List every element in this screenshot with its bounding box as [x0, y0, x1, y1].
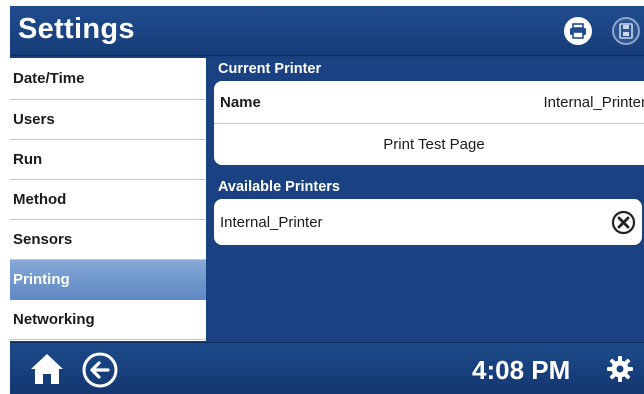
sidebar-item-printing[interactable]: Printing [10, 260, 206, 300]
bottom-bar: 4:08 PM [10, 342, 644, 394]
remove-printer-button[interactable] [611, 210, 636, 235]
sidebar-item-sensors[interactable]: Sensors [10, 220, 206, 260]
sidebar-item-date-time[interactable]: Date/Time [10, 58, 206, 100]
sidebar-item-label: Printing [13, 271, 70, 288]
printer-name-value: Internal_Printer [543, 93, 644, 111]
sidebar-item-label: Method [13, 191, 67, 208]
gear-icon [607, 356, 633, 382]
available-printers-card: Internal_Printer [214, 199, 642, 245]
save-icon [619, 23, 633, 39]
sidebar-item-label: Run [13, 151, 43, 168]
available-printers-heading: Available Printers [218, 179, 340, 195]
sidebar-item-users[interactable]: Users [10, 100, 206, 140]
settings-gear-button[interactable] [606, 355, 634, 383]
printer-name-label: Name [220, 93, 261, 111]
print-test-page-label: Print Test Page [383, 136, 485, 153]
sidebar-item-label: Networking [13, 311, 95, 328]
clock-time: 4:08 PM [472, 355, 571, 385]
sidebar-item-method[interactable]: Method [10, 180, 206, 220]
sidebar-item-label: Users [13, 111, 55, 128]
list-item[interactable]: Internal_Printer [214, 199, 642, 245]
available-printer-name: Internal_Printer [220, 213, 323, 231]
print-test-page-button[interactable]: Print Test Page [214, 123, 644, 165]
remove-icon [611, 210, 636, 234]
printing-panel: Current Printer Name Internal_Printer Pr… [206, 58, 644, 341]
sidebar-item-label: Date/Time [13, 70, 85, 87]
back-arrow-icon [82, 352, 118, 388]
sidebar-item-networking[interactable]: Networking [10, 300, 206, 340]
printer-name-row: Name Internal_Printer [214, 81, 644, 123]
printer-icon [570, 23, 586, 39]
sidebar-item-run[interactable]: Run [10, 140, 206, 180]
print-button[interactable] [564, 17, 592, 45]
current-printer-card: Name Internal_Printer Print Test Page [214, 81, 644, 165]
save-button[interactable] [612, 17, 640, 45]
home-icon [31, 354, 63, 384]
back-button[interactable] [82, 352, 118, 388]
settings-sidebar: Date/Time Users Run Method Sensors Print… [10, 58, 206, 341]
current-printer-heading: Current Printer [218, 61, 322, 77]
home-button[interactable] [28, 350, 66, 388]
header-bar: Settings [10, 6, 644, 56]
settings-screen: Settings Date/Time Users Run Method Sens… [10, 6, 644, 394]
sidebar-item-label: Sensors [13, 231, 73, 248]
page-title: Settings [18, 13, 135, 45]
